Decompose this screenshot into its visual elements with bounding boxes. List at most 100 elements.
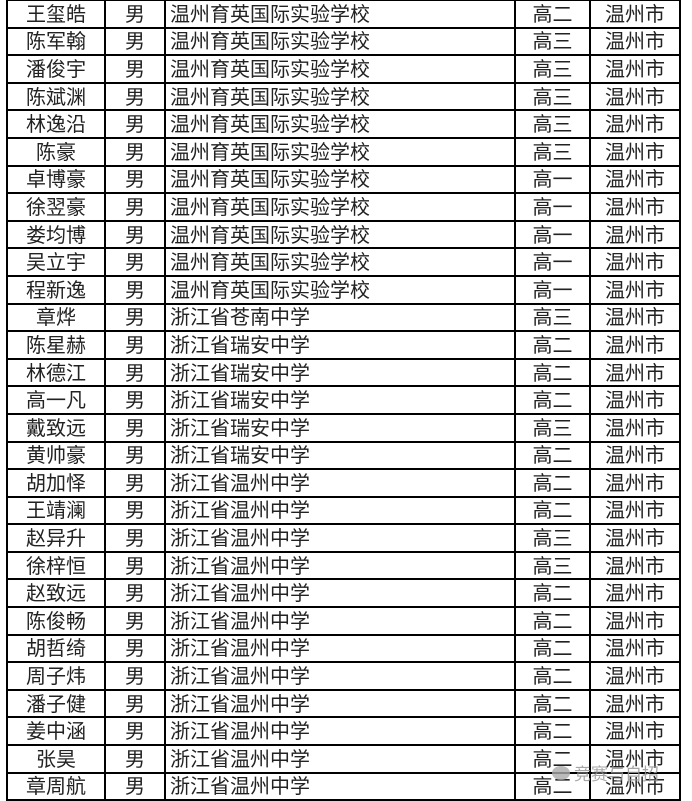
cell-grade: 高二 [514,330,591,360]
wechat-icon [552,765,570,780]
table-row: 王靖澜男浙江省温州中学 高二 温州市 [6,495,681,526]
table-row: 戴致远男浙江省瑞安中学 高三 温州市 [6,412,681,443]
cell-grade: 高一 [514,274,591,305]
cell-grade: 高三 [514,302,591,333]
table-row: 林德江男浙江省瑞安中学 高二 温州市 [6,357,681,388]
cell-grade: 高二 [514,440,591,471]
cell-grade: 高三 [514,412,591,443]
student-table: 王玺皓男温州育英国际实验学校 高二 温州市 陈军翰男温州育英国际实验学校 高三 温州市 潘俊… [6,0,681,801]
cell-grade: 高二 [514,357,591,388]
cell-school: 温州育英国际实验学校 [164,219,516,250]
cell-name: 吴立宇 [6,247,106,277]
cell-city: 温州市 [589,26,681,57]
cell-gender: 男 [104,0,166,29]
table-row: 陈军翰男温州育英国际实验学校 高三 温州市 [6,26,681,57]
cell-grade: 高二 [514,578,591,609]
cell-name: 林德江 [6,357,106,388]
cell-gender: 男 [104,468,166,498]
cell-grade: 高三 [514,109,591,139]
cell-school: 浙江省温州中学 [164,468,516,498]
cell-name: 潘俊宇 [6,54,106,84]
table-row: 周子炜男浙江省温州中学 高二 温州市 [6,661,681,691]
cell-name: 陈斌渊 [6,81,106,112]
cell-gender: 男 [104,219,166,250]
cell-gender: 男 [104,302,166,333]
cell-school: 温州育英国际实验学校 [164,54,516,84]
table-row: 程新逸男温州育英国际实验学校 高一 温州市 [6,274,681,305]
cell-grade: 高三 [514,523,591,553]
watermark-text: 竞赛与自招 [574,765,659,785]
cell-grade: 高二 [514,633,591,664]
cell-name: 娄均博 [6,219,106,250]
cell-grade: 高二 [514,661,591,691]
cell-gender: 男 [104,716,166,747]
cell-gender: 男 [104,136,166,167]
cell-grade: 高二 [514,0,591,29]
table-row: 姜中涵男浙江省温州中学 高二 温州市 [6,716,681,747]
cell-gender: 男 [104,330,166,360]
cell-name: 周子炜 [6,661,106,691]
cell-city: 温州市 [589,716,681,747]
cell-gender: 男 [104,81,166,112]
table-row: 潘俊宇男温州育英国际实验学校 高三 温州市 [6,54,681,84]
cell-school: 浙江省温州中学 [164,633,516,664]
cell-school: 浙江省温州中学 [164,495,516,526]
cell-name: 黄帅豪 [6,440,106,471]
cell-city: 温州市 [589,330,681,360]
table-row: 徐梓恒男浙江省温州中学 高三 温州市 [6,550,681,581]
cell-gender: 男 [104,578,166,609]
cell-grade: 高二 [514,606,591,636]
cell-gender: 男 [104,771,166,801]
cell-gender: 男 [104,385,166,415]
cell-name: 程新逸 [6,274,106,305]
cell-city: 温州市 [589,523,681,553]
cell-school: 温州育英国际实验学校 [164,247,516,277]
cell-gender: 男 [104,274,166,305]
cell-gender: 男 [104,192,166,222]
cell-gender: 男 [104,109,166,139]
cell-gender: 男 [104,633,166,664]
watermark: 竞赛与自招 [552,760,659,785]
cell-gender: 男 [104,412,166,443]
cell-grade: 高二 [514,495,591,526]
cell-school: 温州育英国际实验学校 [164,136,516,167]
cell-city: 温州市 [589,164,681,195]
cell-school: 浙江省温州中学 [164,550,516,581]
cell-school: 温州育英国际实验学校 [164,109,516,139]
cell-school: 浙江省瑞安中学 [164,440,516,471]
cell-city: 温州市 [589,412,681,443]
cell-city: 温州市 [589,247,681,277]
cell-name: 戴致远 [6,412,106,443]
cell-school: 浙江省瑞安中学 [164,330,516,360]
cell-name: 陈俊畅 [6,606,106,636]
cell-school: 浙江省瑞安中学 [164,357,516,388]
cell-name: 徐翌豪 [6,192,106,222]
cell-name: 章周航 [6,771,106,801]
table-row: 陈斌渊男温州育英国际实验学校 高三 温州市 [6,81,681,112]
cell-city: 温州市 [589,550,681,581]
cell-city: 温州市 [589,302,681,333]
cell-school: 温州育英国际实验学校 [164,164,516,195]
cell-school: 浙江省温州中学 [164,716,516,747]
cell-city: 温州市 [589,219,681,250]
cell-gender: 男 [104,550,166,581]
cell-grade: 高一 [514,219,591,250]
cell-city: 温州市 [589,606,681,636]
table-row: 陈豪男温州育英国际实验学校 高三 温州市 [6,136,681,167]
cell-gender: 男 [104,744,166,774]
cell-school: 温州育英国际实验学校 [164,81,516,112]
cell-school: 浙江省瑞安中学 [164,385,516,415]
table-row: 徐翌豪男温州育英国际实验学校 高一 温州市 [6,192,681,222]
cell-city: 温州市 [589,688,681,719]
cell-city: 温州市 [589,385,681,415]
cell-grade: 高三 [514,54,591,84]
cell-name: 陈军翰 [6,26,106,57]
cell-name: 卓博豪 [6,164,106,195]
cell-name: 高一凡 [6,385,106,415]
cell-grade: 高一 [514,247,591,277]
cell-grade: 高三 [514,26,591,57]
cell-name: 赵异升 [6,523,106,553]
cell-city: 温州市 [589,661,681,691]
cell-city: 温州市 [589,633,681,664]
table-row: 黄帅豪男浙江省瑞安中学 高二 温州市 [6,440,681,471]
